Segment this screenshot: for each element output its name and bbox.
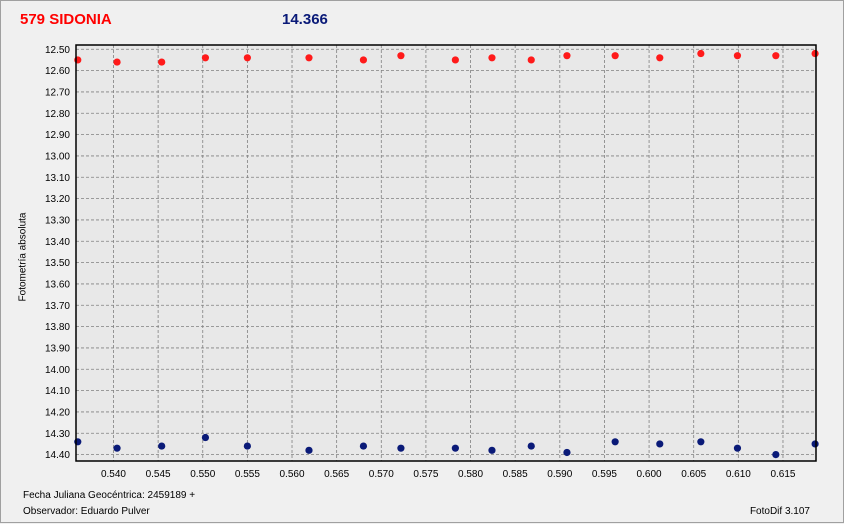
y-tick-label: 14.10 bbox=[45, 386, 70, 397]
red-data-point bbox=[305, 54, 313, 62]
red-data-point bbox=[527, 56, 535, 64]
y-tick-label: 12.70 bbox=[45, 87, 70, 98]
plot-area bbox=[76, 45, 816, 461]
blue-data-point bbox=[811, 440, 819, 448]
y-tick-label: 14.40 bbox=[45, 450, 70, 461]
y-tick-label: 12.60 bbox=[45, 66, 70, 77]
scatter-chart: 12.50 12.60 12.70 12.80 12.90 13.00 13.10 13.20… bbox=[45, 44, 819, 480]
blue-data-point bbox=[527, 442, 535, 450]
y-tick-label: 13.00 bbox=[45, 151, 70, 162]
blue-data-point bbox=[772, 451, 780, 459]
software-version: FotoDif 3.107 bbox=[749, 506, 810, 517]
y-tick-label: 12.50 bbox=[45, 45, 70, 56]
red-data-point bbox=[772, 52, 780, 60]
x-axis-ticks: 0.540 0.545 0.550 0.555 0.560 0.565 0.570 0.575… bbox=[101, 469, 796, 480]
red-data-point bbox=[243, 54, 251, 62]
y-tick-label: 13.10 bbox=[45, 173, 70, 184]
blue-data-point bbox=[201, 433, 210, 442]
blue-data-point bbox=[158, 442, 166, 450]
red-data-point bbox=[397, 52, 405, 60]
x-tick-label: 0.580 bbox=[458, 469, 483, 480]
x-tick-label: 0.540 bbox=[101, 469, 126, 480]
observer-label: Observador: Eduardo Pulver bbox=[23, 506, 150, 517]
red-data-point bbox=[611, 52, 619, 60]
blue-data-point bbox=[243, 442, 251, 450]
x-tick-label: 0.585 bbox=[503, 469, 528, 480]
blue-data-point bbox=[359, 442, 368, 450]
y-tick-label: 12.80 bbox=[45, 109, 70, 120]
x-tick-label: 0.595 bbox=[592, 469, 617, 480]
blue-data-point bbox=[563, 448, 571, 457]
x-tick-label: 0.575 bbox=[413, 469, 438, 480]
chart-window: 579 SIDONIA 14.366 12.50 12.60 12.70 12.80 1… bbox=[0, 0, 844, 523]
y-tick-label: 13.40 bbox=[45, 237, 70, 248]
y-tick-label: 13.70 bbox=[45, 301, 70, 312]
x-tick-label: 0.545 bbox=[146, 469, 171, 480]
red-data-point bbox=[488, 54, 496, 62]
x-tick-label: 0.600 bbox=[637, 469, 662, 480]
x-tick-label: 0.560 bbox=[280, 469, 305, 480]
blue-data-point bbox=[611, 438, 619, 446]
blue-data-point bbox=[397, 444, 405, 452]
y-tick-label: 13.30 bbox=[45, 215, 70, 226]
red-data-point bbox=[811, 49, 819, 58]
blue-data-point bbox=[451, 444, 459, 452]
red-data-point bbox=[656, 54, 664, 62]
y-tick-label: 14.20 bbox=[45, 407, 70, 418]
x-tick-label: 0.570 bbox=[369, 469, 394, 480]
x-tick-label: 0.605 bbox=[681, 469, 706, 480]
blue-data-point bbox=[488, 446, 496, 454]
red-data-point bbox=[697, 49, 705, 58]
blue-data-point bbox=[733, 444, 742, 452]
red-data-point bbox=[113, 58, 121, 66]
red-data-point bbox=[563, 52, 571, 60]
x-tick-label: 0.555 bbox=[235, 469, 260, 480]
y-tick-label: 14.00 bbox=[45, 365, 70, 376]
y-axis-ticks: 12.50 12.60 12.70 12.80 12.90 13.00 13.10 13.20… bbox=[45, 45, 70, 461]
x-tick-label: 0.610 bbox=[726, 469, 751, 480]
julian-date-label: Fecha Juliana Geocéntrica: 2459189 + bbox=[23, 490, 196, 501]
red-data-point bbox=[359, 56, 368, 64]
y-tick-label: 13.50 bbox=[45, 258, 70, 269]
x-tick-label: 0.550 bbox=[190, 469, 215, 480]
y-tick-label: 13.20 bbox=[45, 194, 70, 205]
red-data-point bbox=[733, 52, 742, 60]
blue-data-point bbox=[305, 446, 313, 454]
blue-data-point bbox=[113, 444, 121, 452]
y-axis-label: Fotometría absoluta bbox=[17, 212, 29, 302]
y-tick-label: 12.90 bbox=[45, 130, 70, 141]
red-data-point bbox=[201, 54, 210, 62]
x-tick-label: 0.565 bbox=[324, 469, 349, 480]
x-tick-label: 0.590 bbox=[547, 469, 572, 480]
red-data-point bbox=[451, 56, 459, 64]
y-tick-label: 13.90 bbox=[45, 343, 70, 354]
blue-data-point bbox=[656, 440, 664, 448]
y-tick-label: 14.30 bbox=[45, 429, 70, 440]
blue-data-point bbox=[697, 438, 705, 446]
x-tick-label: 0.615 bbox=[770, 469, 795, 480]
red-data-point bbox=[158, 58, 166, 66]
y-tick-label: 13.60 bbox=[45, 279, 70, 290]
y-tick-label: 13.80 bbox=[45, 322, 70, 333]
